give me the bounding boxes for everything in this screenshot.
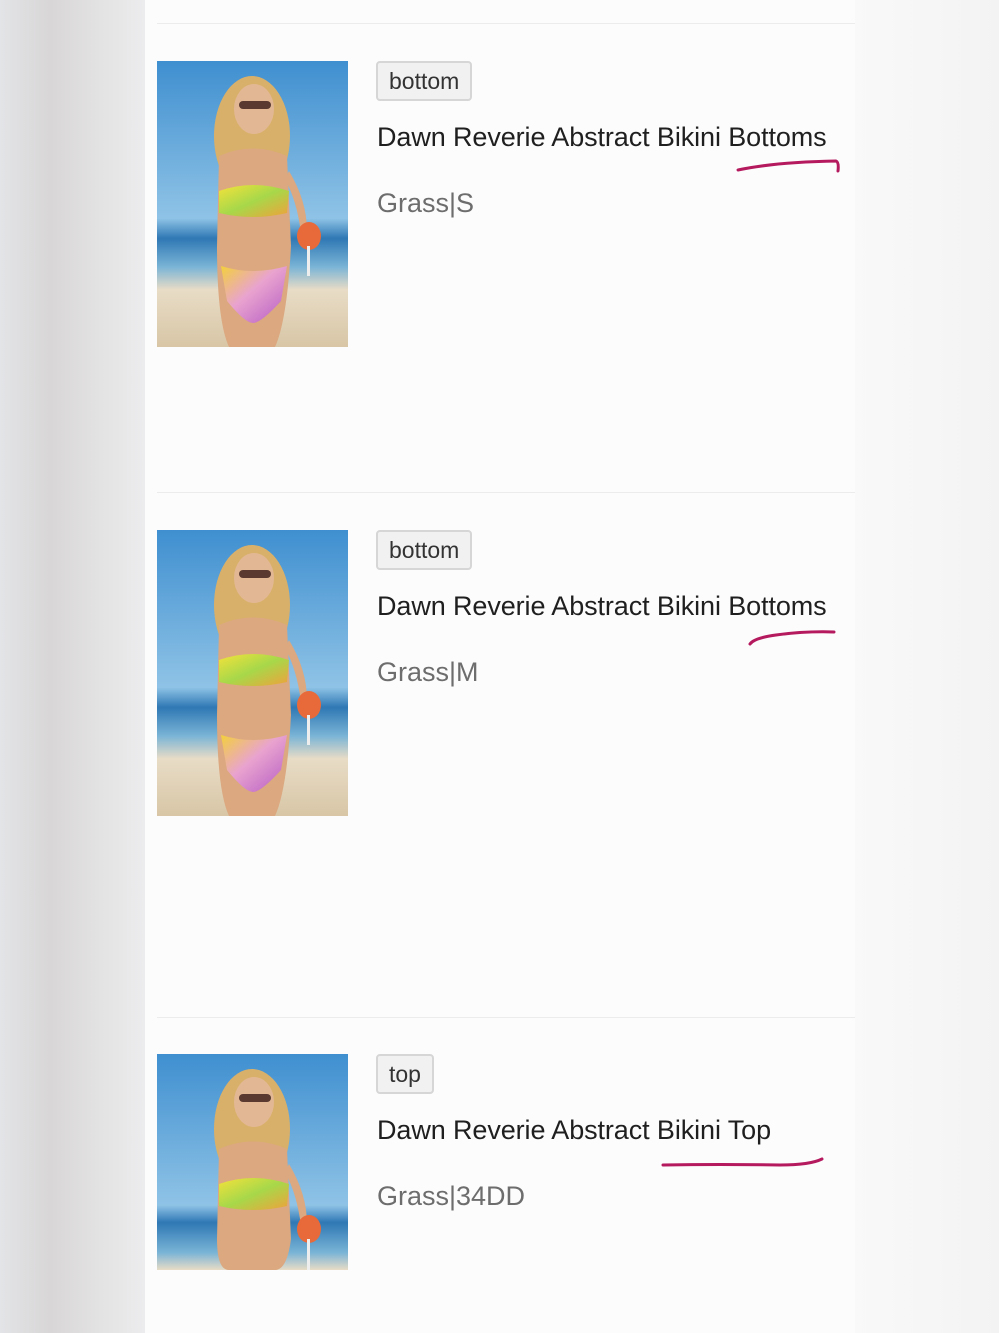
product-variant: Grass|34DD [377,1181,526,1211]
divider [157,23,855,24]
category-tag: bottom [376,61,473,101]
left-blurred-backdrop [0,0,145,1333]
product-title[interactable]: Dawn Reverie Abstract Bikini Bottoms [377,122,827,153]
product-thumbnail[interactable] [157,530,348,816]
product-photo [157,1054,348,1270]
product-title[interactable]: Dawn Reverie Abstract Bikini Top [377,1115,771,1146]
right-blurred-backdrop [855,0,999,1333]
product-thumbnail[interactable] [157,1054,348,1270]
product-variant: Grass|S [377,188,475,218]
product-photo [157,530,348,816]
product-variant: Grass|M [377,657,479,687]
product-title[interactable]: Dawn Reverie Abstract Bikini Bottoms [377,591,827,622]
divider [157,492,855,493]
category-tag: top [376,1054,434,1094]
handwritten-underline [661,1157,824,1167]
product-photo [157,61,348,347]
divider [157,1017,855,1018]
handwritten-underline [748,630,836,646]
product-thumbnail[interactable] [157,61,348,347]
handwritten-underline [736,159,840,173]
category-tag: bottom [376,530,473,570]
